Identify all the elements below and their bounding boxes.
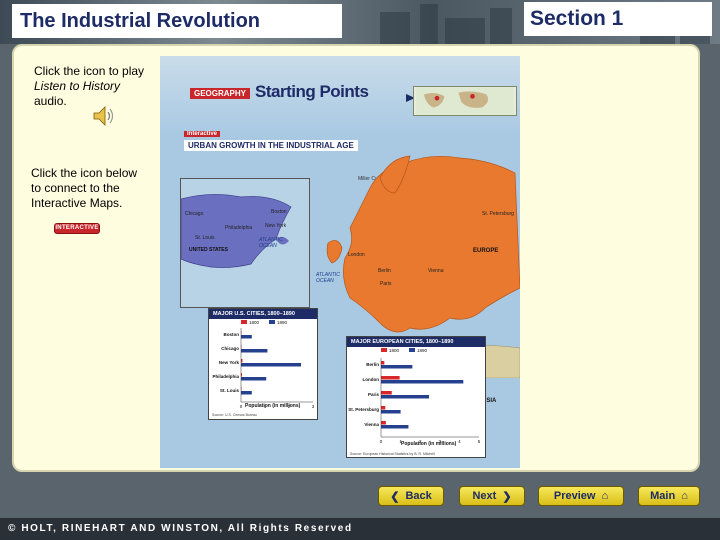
label-united-states: UNITED STATES — [189, 247, 228, 253]
eu-tick-label: 4 — [458, 439, 461, 444]
eu-city-label: Vienna — [364, 422, 379, 427]
next-label: Next — [472, 490, 497, 502]
us-cities-graph: MAJOR U.S. CITIES, 1800–1890 1800 1890 Bos… — [208, 308, 318, 420]
us-bar-1890 — [241, 349, 268, 353]
eu-legend-1890-swatch — [409, 348, 415, 352]
us-legend-1800: 1800 — [249, 320, 260, 325]
eu-city-label: Paris — [368, 392, 380, 397]
audio-line-2: Listen to History — [34, 79, 121, 93]
eu-bar-1890 — [381, 395, 430, 399]
next-button[interactable]: Next ❯ — [459, 486, 525, 506]
label-boston: Boston — [271, 209, 287, 215]
label-vienna: Vienna — [428, 268, 444, 274]
eu-legend-1800: 1800 — [389, 348, 400, 353]
us-bar-1890 — [241, 363, 301, 367]
eu-bar-1890 — [381, 425, 409, 429]
eu-city-label: London — [363, 377, 380, 382]
label-paris: Paris — [380, 281, 392, 287]
copyright-footer: © HOLT, RINEHART AND WINSTON, All Rights… — [0, 518, 720, 540]
main-label: Main — [650, 490, 676, 502]
label-st-petersburg: St. Petersburg — [482, 211, 514, 217]
eu-city-label: St. Petersburg — [348, 407, 379, 412]
starting-points-title: Starting Points — [255, 82, 369, 101]
eu-graph-title: MAJOR EUROPEAN CITIES, 1800–1890 — [347, 337, 485, 347]
us-legend-1890: 1890 — [277, 320, 288, 325]
maps-line-3: Interactive Maps. — [31, 196, 123, 210]
us-bar-1890 — [241, 335, 252, 339]
back-arrow-icon: ❮ — [390, 490, 400, 503]
back-button[interactable]: ❮ Back — [378, 486, 444, 506]
eu-bar-1800 — [381, 376, 400, 380]
eu-city-label: Berlin — [366, 362, 379, 367]
us-city-label: Philadelphia — [212, 374, 239, 379]
eu-bar-1800 — [381, 421, 386, 425]
label-europe: EUROPE — [473, 248, 499, 254]
us-bar-1890 — [241, 391, 252, 395]
audio-instructions: Click the icon to play Listen to History… — [34, 64, 158, 109]
preview-button[interactable]: Preview ⌂ — [538, 486, 624, 506]
home-icon: ⌂ — [601, 490, 609, 502]
globe-mini-map-icon — [413, 86, 517, 116]
eu-legend-1890: 1890 — [417, 348, 428, 353]
label-philadelphia: Philadelphia — [225, 225, 253, 231]
maps-line-2: to connect to the — [31, 181, 120, 195]
interactive-tag: Interactive — [184, 131, 221, 137]
maps-instructions: Click the icon below to connect to the I… — [31, 166, 157, 211]
us-tick-label: 3 — [312, 404, 315, 409]
label-st-louis: St. Louis — [195, 235, 215, 241]
us-graph-xlabel: Population (in millions) — [245, 403, 301, 409]
eu-tick-label: 5 — [478, 439, 481, 444]
us-legend-1890-swatch — [269, 320, 275, 324]
label-atlantic-inset: ATLANTIC OCEAN — [259, 237, 283, 249]
eu-bar-1890 — [381, 410, 401, 414]
label-berlin: Berlin — [378, 268, 391, 274]
us-city-label: Chicago — [221, 346, 239, 351]
section-label: Section 1 — [524, 2, 712, 36]
us-legend-1800-swatch — [241, 320, 247, 324]
eu-bar-1890 — [381, 380, 464, 384]
eu-tick-label: 0 — [380, 439, 383, 444]
preview-label: Preview — [553, 490, 596, 502]
speaker-icon[interactable] — [91, 104, 117, 128]
eu-bar-1800 — [381, 391, 392, 395]
eu-bar-1800 — [381, 361, 385, 365]
main-button[interactable]: Main ⌂ — [638, 486, 700, 506]
eu-legend-1800-swatch — [381, 348, 387, 352]
main-home-icon: ⌂ — [681, 490, 688, 502]
us-graph-title: MAJOR U.S. CITIES, 1800–1890 — [209, 309, 317, 319]
label-new-york: New York — [265, 223, 287, 229]
eu-graph-source: Source: European Historical Statistics b… — [350, 452, 435, 456]
eu-bar-1890 — [381, 365, 413, 369]
label-atlantic-ocean: ATLANTIC OCEAN — [316, 272, 340, 284]
eu-cities-graph: MAJOR EUROPEAN CITIES, 1800–1890 1800 189… — [346, 336, 486, 458]
us-city-label: New York — [219, 360, 240, 365]
us-graph-source: Source: U.S. Census Bureau — [212, 413, 257, 417]
urban-growth-map[interactable]: GEOGRAPHY Starting Points Interactive UR… — [160, 56, 520, 468]
us-city-label: St. Louis — [220, 388, 239, 393]
eu-bar-1800 — [381, 406, 386, 410]
audio-line-1: Click the icon to play — [34, 64, 145, 78]
interactive-maps-button[interactable]: INTERACTIVE — [54, 223, 100, 234]
label-chicago: Chicago — [185, 211, 204, 217]
page-title: The Industrial Revolution — [12, 4, 342, 38]
geography-label: GEOGRAPHY — [190, 88, 251, 99]
us-city-label: Boston — [224, 332, 240, 337]
eu-graph-xlabel: Population (in millions) — [401, 441, 457, 447]
us-inset-map: Chicago Boston New York Philadelphia St.… — [180, 178, 310, 308]
maps-line-1: Click the icon below — [31, 166, 138, 180]
us-tick-label: 0 — [240, 404, 243, 409]
label-london: London — [348, 252, 365, 258]
us-bar-1890 — [241, 377, 267, 381]
back-label: Back — [405, 490, 432, 502]
next-arrow-icon: ❯ — [502, 490, 512, 503]
